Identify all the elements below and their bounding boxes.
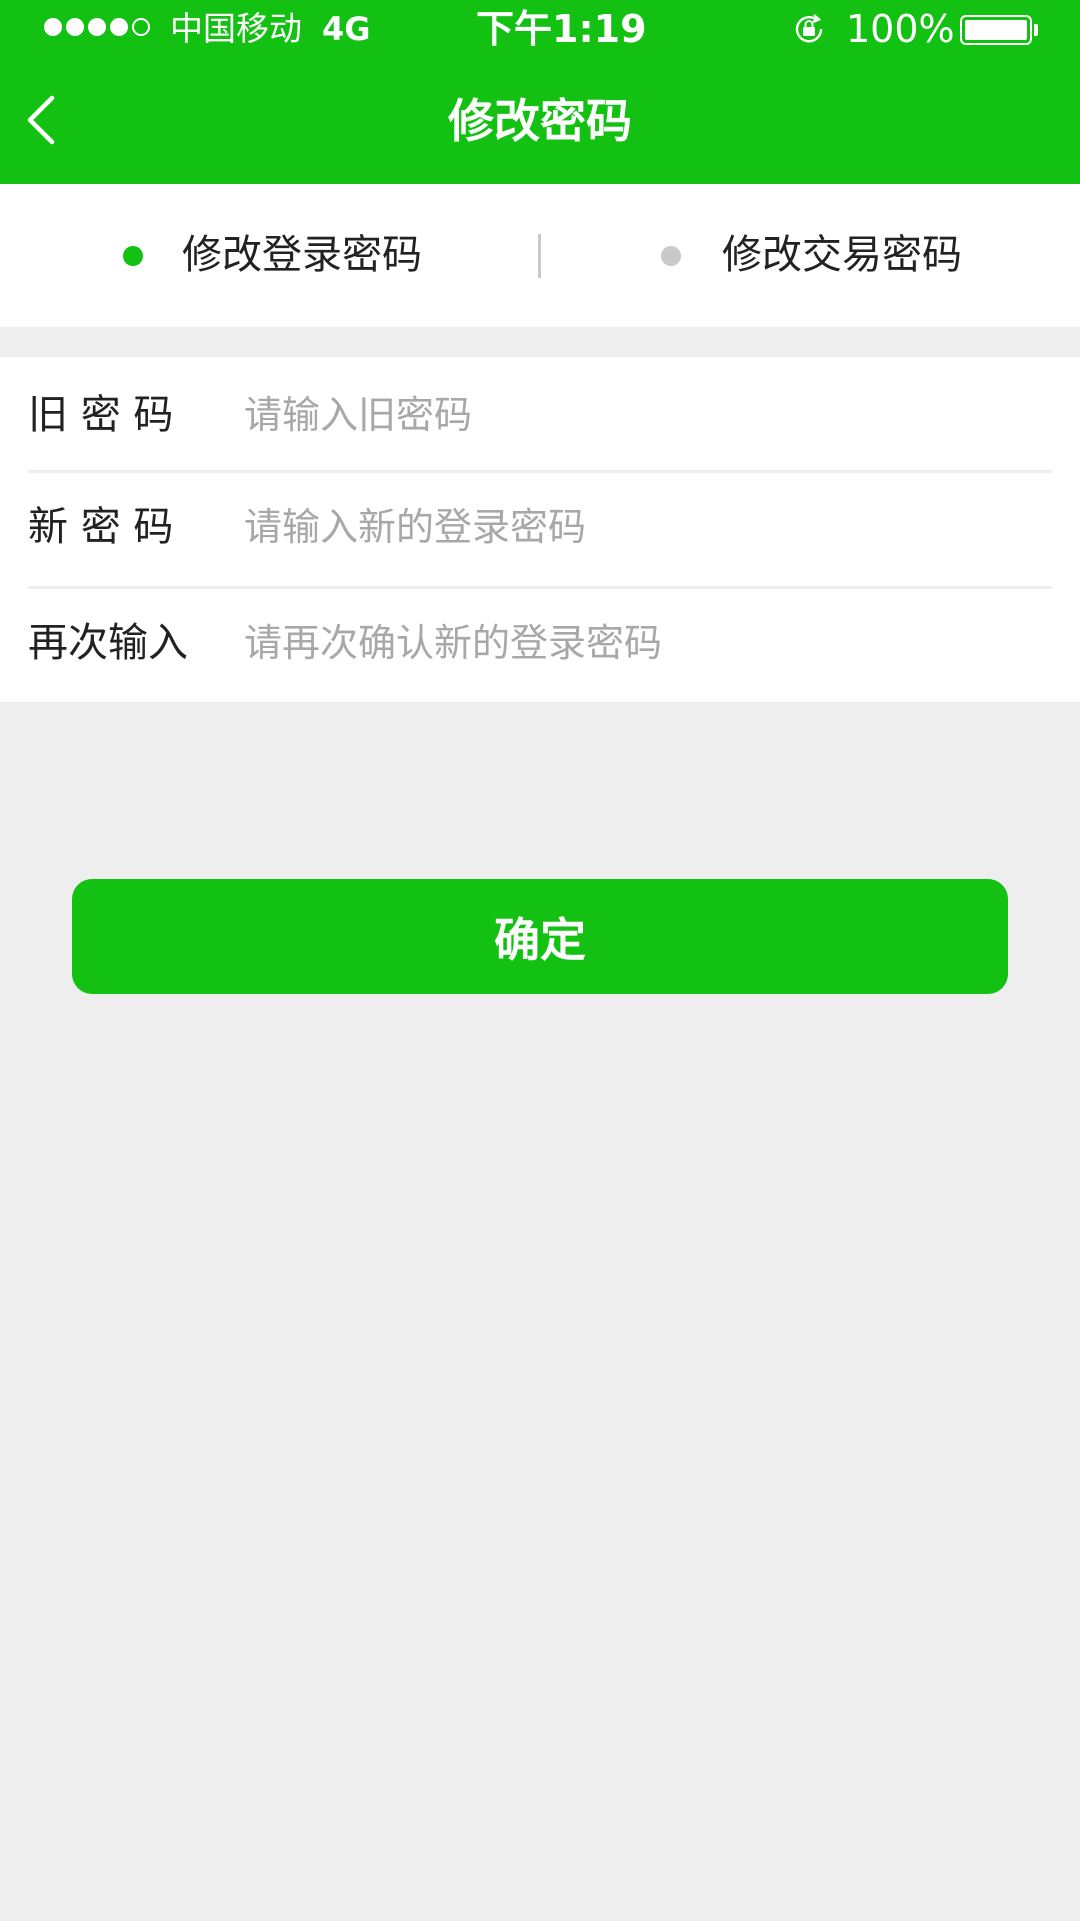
old-password-label: 旧 密 码 bbox=[28, 392, 174, 438]
app-header: 中国移动 4G 下午1:19 100% 修改密码 bbox=[0, 0, 1080, 184]
signal-dot bbox=[110, 18, 128, 36]
new-password-label: 新 密 码 bbox=[28, 504, 174, 550]
rotation-lock-icon bbox=[795, 14, 823, 43]
signal-dot bbox=[44, 18, 62, 36]
battery-percent: 100% bbox=[846, 7, 955, 51]
signal-dot bbox=[66, 18, 84, 36]
status-bar: 中国移动 4G 下午1:19 100% bbox=[0, 0, 1080, 58]
tab-divider bbox=[538, 234, 541, 278]
signal-dots-icon bbox=[44, 18, 150, 36]
new-password-row: 新 密 码 bbox=[0, 473, 1080, 586]
signal-dot-empty bbox=[132, 18, 150, 36]
old-password-row: 旧 密 码 bbox=[0, 357, 1080, 470]
confirm-password-row: 再次输入 bbox=[0, 589, 1080, 702]
tab-change-trade-password[interactable]: 修改交易密码 bbox=[540, 184, 1080, 327]
tab-label: 修改交易密码 bbox=[722, 232, 962, 278]
confirm-button[interactable]: 确定 bbox=[72, 879, 1008, 994]
battery-icon bbox=[960, 15, 1032, 45]
network-type: 4G bbox=[322, 10, 371, 48]
battery-fill bbox=[965, 20, 1027, 40]
tab-change-login-password[interactable]: 修改登录密码 bbox=[0, 184, 540, 327]
page-title: 修改密码 bbox=[448, 94, 632, 148]
carrier-name: 中国移动 bbox=[170, 9, 302, 48]
new-password-input[interactable] bbox=[244, 497, 1044, 557]
status-time: 下午1:19 bbox=[476, 7, 647, 51]
confirm-password-input[interactable] bbox=[244, 613, 1044, 673]
tab-active-dot-icon bbox=[123, 246, 143, 266]
password-form: 旧 密 码 新 密 码 再次输入 bbox=[0, 357, 1080, 702]
battery-tip bbox=[1034, 24, 1038, 36]
tab-label: 修改登录密码 bbox=[182, 232, 422, 278]
old-password-input[interactable] bbox=[244, 385, 1044, 445]
signal-dot bbox=[88, 18, 106, 36]
tab-inactive-dot-icon bbox=[661, 246, 681, 266]
confirm-password-label: 再次输入 bbox=[28, 620, 188, 666]
